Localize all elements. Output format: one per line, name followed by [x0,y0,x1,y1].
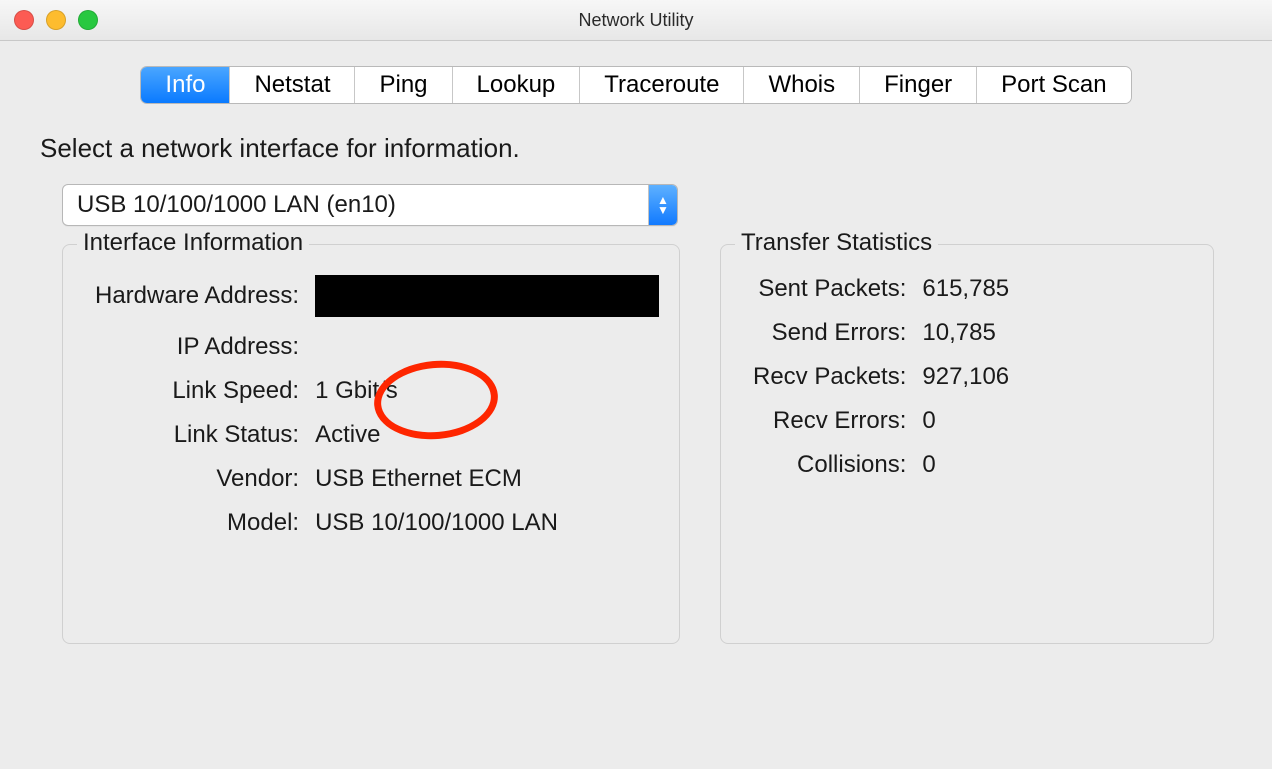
chevron-up-down-icon: ▲▼ [648,185,677,225]
tab-segment: Info Netstat Ping Lookup Traceroute Whoi… [141,67,1130,103]
value-recv-errors: 0 [912,399,1015,443]
interface-info-title: Interface Information [77,229,309,257]
tab-whois[interactable]: Whois [743,67,859,103]
label-ip-address: IP Address: [89,325,305,369]
interface-select-value: USB 10/100/1000 LAN (en10) [63,191,648,219]
tab-lookup[interactable]: Lookup [452,67,580,103]
value-link-status: Active [305,413,665,457]
label-link-status: Link Status: [89,413,305,457]
value-recv-packets: 927,106 [912,355,1015,399]
minimize-icon[interactable] [46,10,66,30]
zoom-icon[interactable] [78,10,98,30]
tab-netstat[interactable]: Netstat [229,67,354,103]
label-send-errors: Send Errors: [747,311,912,355]
label-collisions: Collisions: [747,443,912,487]
label-hardware-address: Hardware Address: [89,267,305,325]
value-hardware-address-redacted [315,275,659,317]
transfer-stats-title: Transfer Statistics [735,229,938,257]
value-model: USB 10/100/1000 LAN [305,501,665,545]
window-title: Network Utility [578,10,693,30]
value-collisions: 0 [912,443,1015,487]
tab-ping[interactable]: Ping [354,67,451,103]
window-controls [14,10,98,30]
label-recv-packets: Recv Packets: [747,355,912,399]
interface-select[interactable]: USB 10/100/1000 LAN (en10) ▲▼ [62,184,678,226]
transfer-stats-panel: Transfer Statistics Sent Packets: 615,78… [720,244,1214,644]
label-link-speed: Link Speed: [89,369,305,413]
value-vendor: USB Ethernet ECM [305,457,665,501]
value-ip-address [305,325,665,369]
instruction-text: Select a network interface for informati… [0,133,1272,164]
close-icon[interactable] [14,10,34,30]
tab-finger[interactable]: Finger [859,67,976,103]
tab-bar: Info Netstat Ping Lookup Traceroute Whoi… [0,41,1272,133]
value-sent-packets: 615,785 [912,267,1015,311]
interface-info-panel: Interface Information Hardware Address: … [62,244,680,644]
label-sent-packets: Sent Packets: [747,267,912,311]
label-vendor: Vendor: [89,457,305,501]
label-recv-errors: Recv Errors: [747,399,912,443]
tab-port-scan[interactable]: Port Scan [976,67,1130,103]
value-link-speed: 1 Gbit/s [305,369,665,413]
label-model: Model: [89,501,305,545]
value-send-errors: 10,785 [912,311,1015,355]
tab-info[interactable]: Info [141,67,229,103]
tab-traceroute[interactable]: Traceroute [579,67,743,103]
titlebar: Network Utility [0,0,1272,41]
